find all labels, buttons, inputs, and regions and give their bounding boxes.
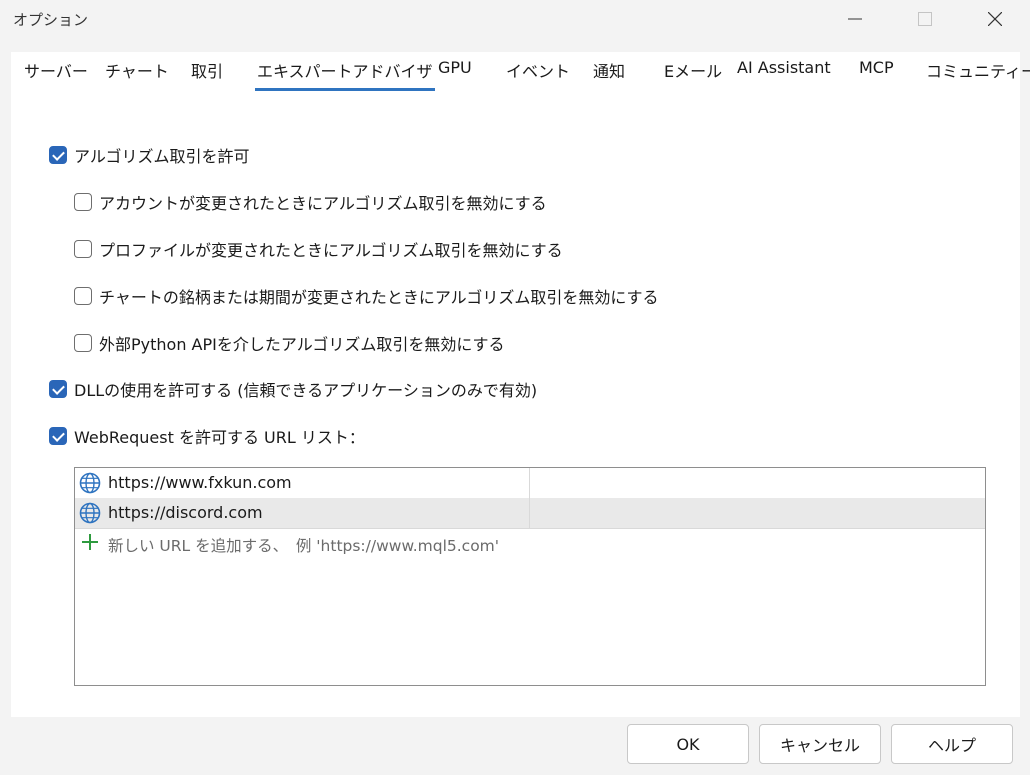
checkbox-disable-on-account-change[interactable] — [74, 193, 92, 211]
option-label: アルゴリズム取引を許可 — [74, 147, 250, 166]
tab-notifications[interactable]: 通知 — [593, 58, 625, 82]
minimize-icon — [848, 18, 862, 20]
column-divider — [529, 468, 530, 498]
title-bar: オプション — [0, 0, 1030, 40]
tab-email[interactable]: Eメール — [664, 58, 722, 82]
tab-trade[interactable]: 取引 — [191, 58, 223, 82]
option-disable-python-api[interactable]: 外部Python APIを介したアルゴリズム取引を無効にする — [74, 332, 505, 354]
url-list-item[interactable]: https://www.fxkun.com — [75, 468, 985, 499]
expert-advisor-panel: アルゴリズム取引を許可 アカウントが変更されたときにアルゴリズム取引を無効にする… — [11, 92, 1020, 717]
plus-icon — [82, 534, 98, 550]
tab-community[interactable]: コミュニティー — [926, 58, 1030, 82]
option-label: プロファイルが変更されたときにアルゴリズム取引を無効にする — [99, 241, 563, 260]
url-text: https://www.fxkun.com — [108, 473, 292, 492]
url-text: https://discord.com — [108, 503, 263, 522]
option-disable-on-account-change[interactable]: アカウントが変更されたときにアルゴリズム取引を無効にする — [74, 191, 547, 213]
option-label: DLLの使用を許可する (信頼できるアプリケーションのみで有効) — [74, 381, 538, 400]
option-label: アカウントが変更されたときにアルゴリズム取引を無効にする — [99, 194, 547, 213]
window-title: オプション — [13, 11, 89, 29]
option-allow-webrequest[interactable]: WebRequest を許可する URL リスト： — [49, 425, 365, 447]
maximize-icon — [918, 12, 932, 26]
maximize-button[interactable] — [890, 0, 960, 38]
webrequest-url-list[interactable]: https://www.fxkun.com https://discord.co… — [74, 467, 986, 686]
tab-gpu[interactable]: GPU — [438, 58, 472, 77]
tab-expert-advisor[interactable]: エキスパートアドバイザ — [255, 58, 435, 91]
option-allow-dll[interactable]: DLLの使用を許可する (信頼できるアプリケーションのみで有効) — [49, 378, 537, 400]
tab-events[interactable]: イベント — [506, 58, 570, 82]
minimize-button[interactable] — [820, 0, 890, 38]
option-disable-on-symbol-change[interactable]: チャートの銘柄または期間が変更されたときにアルゴリズム取引を無効にする — [74, 285, 659, 307]
add-url-row[interactable]: 新しい URL を追加する、 例 'https://www.mql5.com' — [75, 529, 985, 559]
option-label: WebRequest を許可する URL リスト： — [74, 428, 365, 447]
tab-ai-assistant[interactable]: AI Assistant — [737, 58, 831, 77]
option-label: チャートの銘柄または期間が変更されたときにアルゴリズム取引を無効にする — [99, 288, 659, 307]
add-url-hint: 新しい URL を追加する、 例 'https://www.mql5.com' — [108, 537, 500, 555]
tab-chart[interactable]: チャート — [105, 58, 169, 82]
option-allow-algo-trading[interactable]: アルゴリズム取引を許可 — [49, 144, 250, 166]
globe-icon — [79, 502, 101, 524]
option-label: 外部Python APIを介したアルゴリズム取引を無効にする — [99, 335, 505, 354]
url-list-item[interactable]: https://discord.com — [75, 498, 985, 529]
tab-bar: サーバー チャート 取引 エキスパートアドバイザ GPU イベント 通知 Eメー… — [11, 52, 1030, 92]
ok-button[interactable]: OK — [627, 724, 749, 764]
checkbox-disable-on-symbol-change[interactable] — [74, 287, 92, 305]
column-divider — [529, 498, 530, 528]
option-disable-on-profile-change[interactable]: プロファイルが変更されたときにアルゴリズム取引を無効にする — [74, 238, 563, 260]
close-button[interactable] — [960, 0, 1030, 38]
tab-server[interactable]: サーバー — [24, 58, 88, 82]
cancel-button[interactable]: キャンセル — [759, 724, 881, 764]
help-button[interactable]: ヘルプ — [891, 724, 1013, 764]
checkbox-allow-webrequest[interactable] — [49, 427, 67, 445]
checkbox-disable-on-profile-change[interactable] — [74, 240, 92, 258]
tab-mcp[interactable]: MCP — [859, 58, 894, 77]
checkbox-allow-dll[interactable] — [49, 380, 67, 398]
close-icon — [988, 12, 1002, 26]
globe-icon — [79, 472, 101, 494]
checkbox-disable-python-api[interactable] — [74, 334, 92, 352]
checkbox-allow-algo-trading[interactable] — [49, 146, 67, 164]
